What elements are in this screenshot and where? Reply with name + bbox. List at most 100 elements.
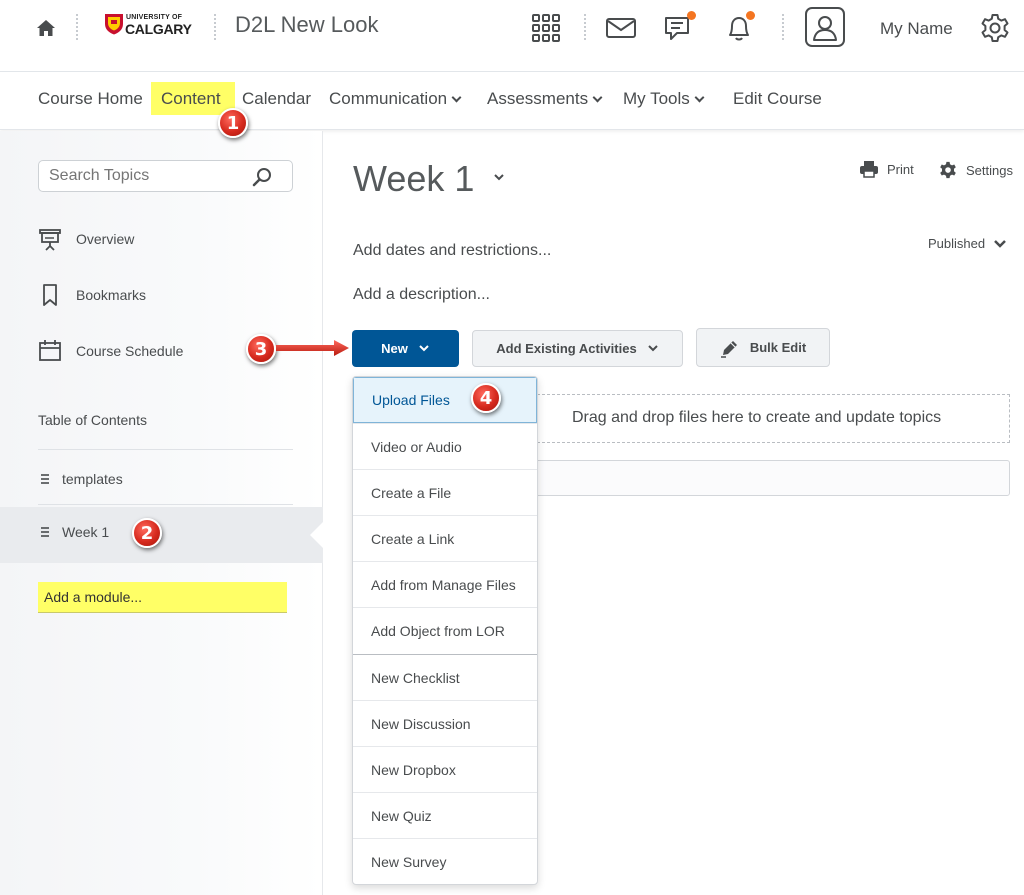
- gear-icon[interactable]: [978, 11, 1012, 45]
- bookmark-icon: [43, 284, 57, 306]
- search-input[interactable]: [49, 166, 239, 186]
- home-icon[interactable]: [34, 16, 58, 40]
- module-label: templates: [62, 471, 123, 487]
- add-dates-link[interactable]: Add dates and restrictions...: [353, 242, 551, 260]
- divider: [38, 449, 293, 450]
- menu-item-label: New Quiz: [371, 807, 432, 824]
- menu-item-new-dropbox[interactable]: New Dropbox: [353, 746, 537, 792]
- chevron-down-icon: [451, 92, 462, 102]
- divider: [38, 504, 293, 505]
- nav-label: My Tools: [623, 89, 690, 108]
- menu-item-new-survey[interactable]: New Survey: [353, 838, 537, 884]
- chat-icon[interactable]: [662, 11, 696, 44]
- sidebar-item-label: Bookmarks: [76, 287, 147, 303]
- add-description-link[interactable]: Add a description...: [353, 286, 490, 304]
- menu-item-label: Add Object from LOR: [371, 622, 505, 639]
- avatar[interactable]: [805, 7, 845, 47]
- published-dropdown[interactable]: Published: [928, 236, 1007, 251]
- university-logo[interactable]: UNIVERSITY OF CALGARY: [104, 13, 192, 37]
- course-navbar: Course Home Content Calendar Communicati…: [0, 72, 1024, 130]
- menu-item-create-a-file[interactable]: Create a File: [353, 469, 537, 515]
- dropzone-text: Drag and drop files here to create and u…: [572, 409, 942, 426]
- annotation-badge-2: 2: [132, 518, 162, 548]
- nav-label: Calendar: [242, 89, 311, 108]
- chevron-down-icon: [647, 344, 658, 351]
- menu-item-label: New Discussion: [371, 715, 471, 732]
- notification-dot: [687, 11, 696, 20]
- menu-item-new-quiz[interactable]: New Quiz: [353, 792, 537, 838]
- menu-item-label: Create a File: [371, 484, 452, 501]
- menu-item-create-a-link[interactable]: Create a Link: [353, 515, 537, 561]
- search-topics-field[interactable]: [38, 160, 293, 192]
- menu-item-video-or-audio[interactable]: Video or Audio: [353, 423, 537, 469]
- nav-edit-course[interactable]: Edit Course: [733, 89, 822, 109]
- sidebar-item-course-schedule[interactable]: Course Schedule: [38, 339, 183, 363]
- nav-calendar[interactable]: Calendar: [242, 89, 311, 109]
- nav-communication[interactable]: Communication: [329, 89, 462, 109]
- menu-item-new-discussion[interactable]: New Discussion: [353, 700, 537, 746]
- search-icon[interactable]: [252, 167, 274, 187]
- menu-item-upload-files[interactable]: Upload Files: [353, 377, 537, 423]
- chevron-down-icon[interactable]: [492, 172, 506, 184]
- menu-item-new-checklist[interactable]: New Checklist: [353, 654, 537, 700]
- header-divider: [214, 14, 216, 40]
- new-button[interactable]: New: [352, 330, 459, 367]
- crest-icon: [105, 14, 123, 35]
- nav-label: Assessments: [487, 89, 589, 108]
- module-item-templates[interactable]: templates: [38, 464, 293, 494]
- course-selector-grid-icon[interactable]: [530, 12, 562, 44]
- published-label: Published: [928, 236, 986, 251]
- add-module-input[interactable]: Add a module...: [38, 582, 287, 613]
- nav-label: Communication: [329, 89, 448, 108]
- printer-icon: [860, 161, 878, 178]
- print-button[interactable]: Print: [859, 160, 914, 178]
- sidebar-item-overview[interactable]: Overview: [38, 227, 134, 251]
- user-name[interactable]: My Name: [880, 19, 953, 39]
- user-icon: [813, 16, 837, 41]
- drag-handle-icon[interactable]: [38, 472, 52, 486]
- nav-assessments[interactable]: Assessments: [487, 89, 603, 109]
- print-label: Print: [887, 161, 914, 177]
- nav-my-tools[interactable]: My Tools: [623, 89, 705, 109]
- bell-icon[interactable]: [722, 11, 756, 44]
- menu-item-label: Upload Files: [372, 392, 450, 408]
- nav-label: Content: [161, 89, 221, 108]
- sidebar-item-bookmarks[interactable]: Bookmarks: [38, 283, 146, 307]
- nav-course-home[interactable]: Course Home: [38, 89, 143, 109]
- toc-heading: Table of Contents: [38, 412, 147, 428]
- settings-button[interactable]: Settings: [938, 160, 1013, 180]
- course-title[interactable]: D2L New Look: [235, 12, 378, 38]
- add-module-placeholder: Add a module...: [44, 589, 143, 605]
- add-existing-activities-button[interactable]: Add Existing Activities: [472, 330, 683, 367]
- new-button-label: New: [381, 341, 408, 356]
- mail-icon[interactable]: [604, 14, 638, 42]
- annotation-badge-4: 4: [471, 383, 501, 413]
- annotation-badge-1: 1: [218, 108, 248, 138]
- chevron-down-icon: [994, 239, 1006, 248]
- annotation-badge-3: 3: [246, 334, 276, 364]
- page-title: Week 1: [353, 158, 475, 199]
- menu-item-label: Video or Audio: [371, 438, 462, 455]
- menu-item-add-object-from-lor[interactable]: Add Object from LOR: [353, 607, 537, 653]
- module-label: Week 1: [62, 524, 110, 540]
- menu-item-label: Add from Manage Files: [371, 576, 516, 593]
- chevron-down-icon: [592, 92, 603, 102]
- logo-line-2: CALGARY: [125, 21, 192, 37]
- notification-dot: [746, 11, 755, 20]
- menu-item-label: New Checklist: [371, 669, 460, 686]
- logo-line-1: UNIVERSITY OF: [126, 14, 183, 21]
- gear-icon: [940, 161, 956, 179]
- header-divider: [584, 14, 586, 40]
- menu-item-add-from-manage-files[interactable]: Add from Manage Files: [353, 561, 537, 607]
- pencil-icon: [720, 340, 737, 358]
- sidebar-item-label: Course Schedule: [76, 343, 184, 359]
- calendar-icon: [39, 340, 61, 361]
- menu-item-label: New Dropbox: [371, 761, 456, 778]
- new-dropdown-menu: Upload Files Video or Audio Create a Fil…: [352, 376, 538, 885]
- nav-content[interactable]: Content: [161, 89, 221, 109]
- settings-label: Settings: [966, 162, 1013, 178]
- selection-notch: [310, 521, 324, 549]
- bulk-edit-button[interactable]: Bulk Edit: [696, 328, 830, 367]
- bulk-edit-label: Bulk Edit: [749, 340, 807, 355]
- drag-handle-icon[interactable]: [38, 525, 52, 539]
